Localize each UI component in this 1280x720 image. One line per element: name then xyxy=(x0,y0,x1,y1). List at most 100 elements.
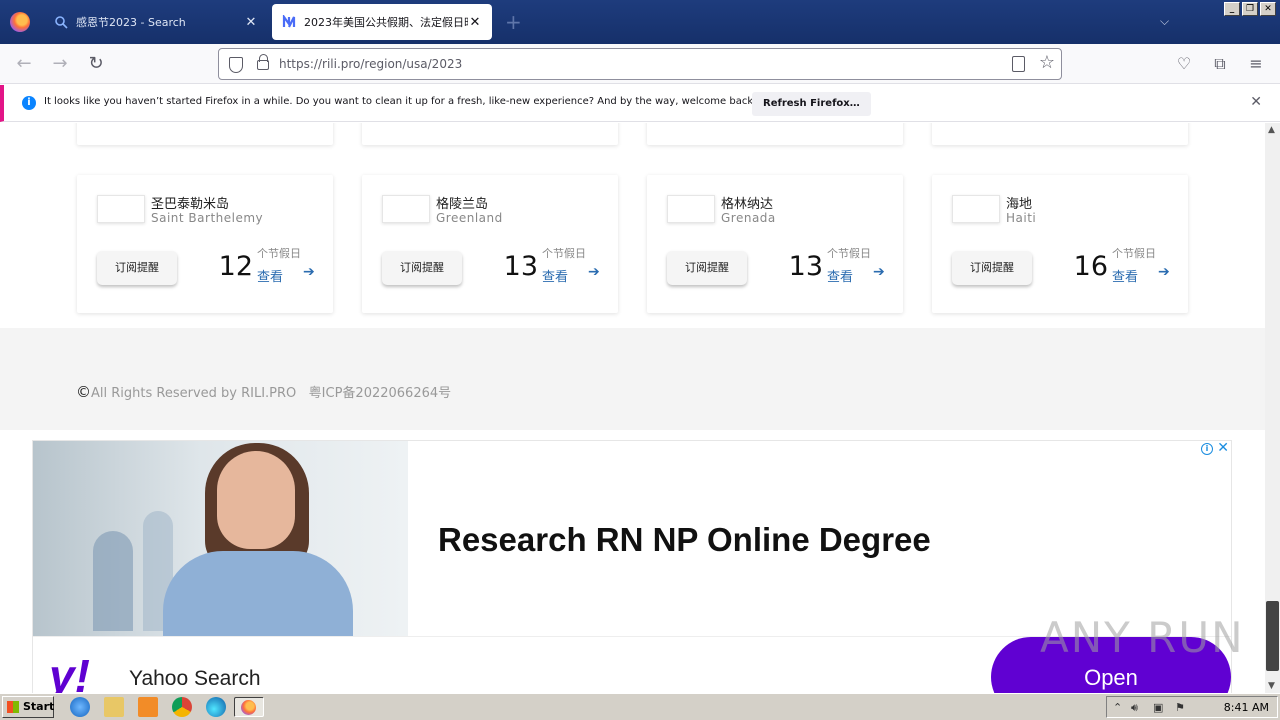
view-link[interactable]: 查看 xyxy=(257,266,283,285)
country-name-zh: 格陵兰岛 xyxy=(436,197,489,212)
subscribe-button[interactable]: 订阅提醒 xyxy=(97,251,177,285)
scroll-down-icon[interactable]: ▼ xyxy=(1268,681,1275,691)
clock[interactable]: 8:41 AM xyxy=(1224,701,1269,714)
notification-bar: i It looks like you haven’t started Fire… xyxy=(0,85,1280,122)
refresh-firefox-button[interactable]: Refresh Firefox… xyxy=(752,92,871,116)
ad-brand[interactable]: Yahoo Search xyxy=(129,667,261,691)
ad-photo-shape xyxy=(163,551,353,636)
restore-icon[interactable]: ❐ xyxy=(1242,2,1258,16)
country-name-en: Grenada xyxy=(721,211,776,225)
page-scrollbar[interactable]: ▲ ▼ xyxy=(1265,123,1280,693)
flag-icon[interactable]: ⚑ xyxy=(1175,701,1185,714)
view-link[interactable]: 查看 xyxy=(542,266,568,285)
media-player-icon[interactable] xyxy=(138,697,158,717)
arrow-right-icon[interactable]: ➔ xyxy=(1158,264,1170,280)
country-name-en: Saint Barthelemy xyxy=(151,211,264,225)
ie-icon[interactable] xyxy=(70,697,90,717)
page-footer: ©All Rights Reserved by RILI.PRO 粤ICP备20… xyxy=(0,328,1265,430)
arrow-right-icon[interactable]: ➔ xyxy=(303,264,315,280)
url-bar[interactable]: https://rili.pro/region/usa/2023 ☆ xyxy=(218,48,1062,80)
tab-strip: 感恩节2023 - Search ✕ 2023年美国公共假期、法定假日时 ✕ +… xyxy=(0,0,1280,44)
notification-message: It looks like you haven’t started Firefo… xyxy=(44,96,758,107)
close-notification-icon[interactable]: ✕ xyxy=(1250,94,1262,110)
holiday-unit: 个节假日 xyxy=(542,247,586,260)
minimize-icon[interactable]: _ xyxy=(1224,2,1240,16)
country-card-partial xyxy=(362,123,618,145)
ad-headline[interactable]: Research RN NP Online Degree xyxy=(438,521,931,559)
yahoo-logo-icon: y! xyxy=(49,650,90,693)
country-flag xyxy=(97,195,145,223)
ad-info-icon[interactable]: i xyxy=(1201,443,1213,455)
close-tab-icon[interactable]: ✕ xyxy=(244,15,258,30)
country-flag xyxy=(667,195,715,223)
chrome-icon[interactable] xyxy=(172,697,192,717)
view-link[interactable]: 查看 xyxy=(827,266,853,285)
extensions-icon[interactable]: ⧉ xyxy=(1210,54,1230,74)
info-icon: i xyxy=(22,96,36,110)
page-viewport: 圣巴泰勒米岛 Saint Barthelemy 订阅提醒 12 个节假日 查看 … xyxy=(0,123,1265,693)
back-icon[interactable]: ← xyxy=(14,54,34,74)
network-icon[interactable]: ▣ xyxy=(1153,701,1163,714)
holiday-unit: 个节假日 xyxy=(257,247,301,260)
scroll-up-icon[interactable]: ▲ xyxy=(1268,125,1275,135)
scroll-thumb[interactable] xyxy=(1266,601,1279,671)
country-name-zh: 格林纳达 xyxy=(721,197,774,212)
country-name-zh: 海地 xyxy=(1006,197,1033,212)
tab-rili[interactable]: 2023年美国公共假期、法定假日时 ✕ xyxy=(272,4,492,40)
nav-bar: ← → ↻ https://rili.pro/region/usa/2023 ☆… xyxy=(0,44,1280,84)
lock-icon[interactable] xyxy=(257,54,269,70)
tray-expand-icon[interactable]: ⌃ xyxy=(1113,701,1122,714)
country-card: 圣巴泰勒米岛 Saint Barthelemy 订阅提醒 12 个节假日 查看 … xyxy=(77,175,333,313)
firefox-menu-icon[interactable] xyxy=(10,12,30,32)
subscribe-button[interactable]: 订阅提醒 xyxy=(952,251,1032,285)
rili-favicon-icon xyxy=(282,15,296,28)
arrow-right-icon[interactable]: ➔ xyxy=(588,264,600,280)
subscribe-button[interactable]: 订阅提醒 xyxy=(382,251,462,285)
country-flag xyxy=(952,195,1000,223)
copyright-text: ©All Rights Reserved by RILI.PRO 粤ICP备20… xyxy=(76,382,451,401)
country-name-en: Greenland xyxy=(436,211,503,225)
hamburger-menu-icon[interactable]: ≡ xyxy=(1246,54,1266,74)
search-icon xyxy=(55,16,68,29)
firefox-taskbar-icon[interactable] xyxy=(234,697,264,717)
volume-icon[interactable]: 🔊︎ xyxy=(1131,701,1138,715)
firefox-icon xyxy=(241,700,256,715)
ad-close-icon[interactable]: ✕ xyxy=(1217,440,1229,456)
tab-search[interactable]: 感恩节2023 - Search ✕ xyxy=(44,4,268,40)
system-tray: ⌃ 🔊︎ ▣ ⚑ 8:41 AM xyxy=(1106,696,1278,718)
forward-icon[interactable]: → xyxy=(50,54,70,74)
edge-icon[interactable] xyxy=(206,697,226,717)
holiday-unit: 个节假日 xyxy=(1112,247,1156,260)
ad-photo[interactable] xyxy=(33,441,408,636)
subscribe-button[interactable]: 订阅提醒 xyxy=(667,251,747,285)
holiday-count: 13 xyxy=(503,251,538,282)
tab-title: 2023年美国公共假期、法定假日时 xyxy=(304,16,468,29)
explorer-icon[interactable] xyxy=(104,697,124,717)
ad-photo-shape xyxy=(217,451,295,549)
anyrun-watermark: ANY RUN xyxy=(1040,613,1245,662)
country-card-partial xyxy=(932,123,1188,145)
windows-taskbar: Start ⌃ 🔊︎ ▣ ⚑ 8:41 AM xyxy=(0,693,1280,720)
close-window-icon[interactable]: ✕ xyxy=(1260,2,1276,16)
holiday-count: 16 xyxy=(1073,251,1108,282)
new-tab-icon[interactable]: + xyxy=(505,10,522,34)
start-button[interactable]: Start xyxy=(2,696,54,718)
close-tab-icon[interactable]: ✕ xyxy=(468,15,482,30)
ad-photo-shape xyxy=(93,531,133,631)
copyright-label: All Rights Reserved by RILI.PRO 粤ICP备202… xyxy=(91,386,452,401)
list-all-tabs-icon[interactable]: ⌵ xyxy=(1160,14,1169,29)
holiday-unit: 个节假日 xyxy=(827,247,871,260)
reload-icon[interactable]: ↻ xyxy=(86,54,106,74)
reader-view-icon[interactable] xyxy=(1012,56,1025,72)
country-card-partial xyxy=(647,123,903,145)
country-card: 格林纳达 Grenada 订阅提醒 13 个节假日 查看 ➔ xyxy=(647,175,903,313)
tracking-protection-icon[interactable] xyxy=(229,57,243,73)
view-link[interactable]: 查看 xyxy=(1112,266,1138,285)
tab-title: 感恩节2023 - Search xyxy=(76,16,186,29)
pocket-icon[interactable]: ♡ xyxy=(1174,54,1194,74)
bookmark-star-icon[interactable]: ☆ xyxy=(1039,52,1055,73)
arrow-right-icon[interactable]: ➔ xyxy=(873,264,885,280)
url-text[interactable]: https://rili.pro/region/usa/2023 xyxy=(279,57,462,71)
country-name-zh: 圣巴泰勒米岛 xyxy=(151,197,230,212)
copyright-icon: © xyxy=(76,383,91,401)
